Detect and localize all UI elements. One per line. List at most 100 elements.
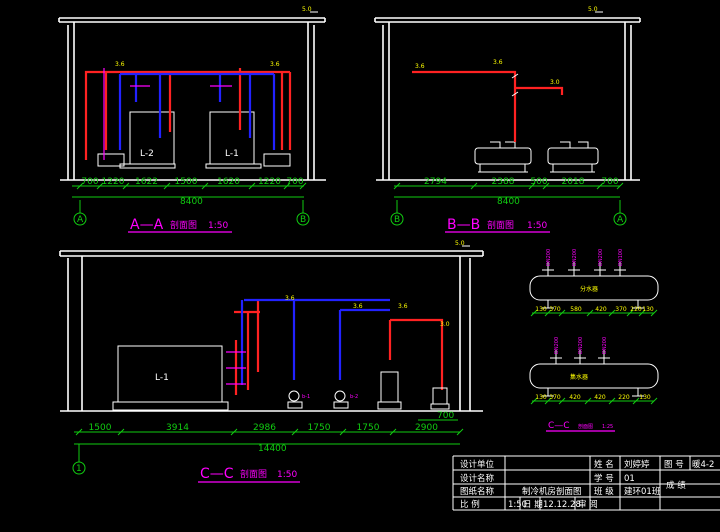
cc-pump-b1 [287,390,303,409]
svg-text:DN200: DN200 [554,337,560,354]
dim-label: 130 [639,394,651,401]
detail-subtitle: 剖面图 [578,423,593,430]
tb-date-label: 日 期 [523,500,543,510]
tb-class-label: 班 级 [594,486,614,497]
tb-drawing-name: 制冷机房剖面图 [522,486,582,497]
bb-elev-2: 3.6 [493,59,503,66]
aa-height-mark: 5.0 [302,6,312,13]
bb-elev-1: 3.6 [415,63,425,70]
aa-unit-l1: L-1 [225,149,239,159]
tb-review-label: 审 阅 [578,499,598,510]
tb-name-label: 姓 名 [594,459,614,470]
dim-label: 220 [618,394,630,401]
detail-top-label: 分水器 [580,285,598,293]
aa-title: A—A [130,217,164,233]
svg-text:DN200: DN200 [572,249,578,266]
bb-scale: 1:50 [527,221,547,231]
dim-label: 420 [569,394,581,401]
title-block: 设计单位 设计名称 图纸名称 制冷机房剖面图 比 例 1:50 日 期 12.1… [452,455,720,511]
dim-label: 1750 [357,423,380,433]
cc-tank [380,371,399,403]
header-detail-view: 分水器 DN200 DN200 DN200 DN100 130 370 580 420… [529,249,659,432]
aa-elev-right: 3.6 [270,61,280,68]
bb-header-right [547,147,599,165]
dim-label: 3914 [166,423,189,433]
svg-text:DN100: DN100 [618,249,624,266]
bb-subtitle: 剖面图 [487,219,514,231]
cc-supply-pipe [234,300,444,395]
aa-elev-left: 3.6 [115,61,125,68]
dim-label: 700 [286,177,303,187]
detail-bottom-header [529,363,659,389]
cad-drawing: 5.0 L-2 L-1 3.6 3.6 700 1220 1622 1500 1620 1… [58,6,720,511]
bb-title: B—B [447,217,480,233]
svg-text:DN200: DN200 [578,337,584,354]
dim-label: 130 [535,306,547,313]
svg-text:DN200: DN200 [602,337,608,354]
cc-elev-1: 3.6 [285,295,295,302]
cc-subtitle: 剖面图 [240,468,267,480]
aa-grid-left: A [77,215,84,225]
tb-drawing-no: 暖4-2 [692,460,714,470]
cc-pump-b2 [333,390,349,409]
dim-label: 1620 [217,177,240,187]
bb-dim-total: 8400 [497,197,520,207]
dim-label: 370 [615,306,627,313]
cc-pump-b1-label: b-1 [302,394,310,400]
tb-drawing-name-label: 图纸名称 [460,486,495,497]
cc-chiller [117,345,223,403]
bb-grid-right: A [617,215,624,225]
cc-height-mark: 5.0 [455,240,465,247]
dim-label: 2018 [562,177,585,187]
tb-drawing-no-label: 图 号 [664,460,684,470]
cc-unit-label: L-1 [155,373,169,383]
dim-label: 1220 [102,177,125,187]
dim-label: 370 [549,306,561,313]
aa-scale: 1:50 [208,221,228,231]
dim-label: 420 [595,306,607,313]
bb-wall [374,17,641,181]
dim-label: 370 [549,394,561,401]
dim-label: 420 [594,394,606,401]
aa-unit-l2: L-2 [140,149,154,159]
tb-project-label: 设计名称 [460,473,495,484]
detail-scale: 1:25 [602,424,613,430]
aa-grid-right: B [300,215,306,225]
dim-label: 2986 [253,423,276,433]
cc-dim-total: 14400 [258,444,287,454]
tb-student-no: 01 [624,474,635,484]
aa-subtitle: 剖面图 [170,219,197,231]
dim-label: 1500 [89,423,112,433]
tb-design-unit-label: 设计单位 [460,459,495,470]
cc-elev-2: 3.6 [353,303,363,310]
tb-scale-label: 比 例 [460,499,480,510]
dim-label: 700 [601,177,618,187]
bb-height-mark: 5.0 [588,6,598,13]
dim-label: 130 [535,394,547,401]
cc-dim-700: 700 [437,411,454,421]
dim-label: 2900 [415,423,438,433]
bb-header-left [474,147,532,165]
dim-label: 1500 [175,177,198,187]
dim-label: 1622 [135,177,158,187]
svg-text:DN200: DN200 [598,249,604,266]
dim-label: 220 [630,306,642,313]
section-aa-view: 5.0 L-2 L-1 3.6 3.6 700 1220 1622 1500 1620 1… [58,6,326,233]
cc-elev-3: 3.6 [398,303,408,310]
tb-student-no-label: 学 号 [594,473,614,484]
dim-label: 2388 [492,177,515,187]
dim-label: 1220 [258,177,281,187]
cc-filter [432,387,448,405]
cc-return-pipe [240,298,390,385]
cc-title: C—C [200,466,234,482]
cc-scale: 1:50 [277,470,297,480]
dim-label: 580 [570,306,582,313]
detail-title: C—C [548,421,570,431]
cc-grid-left: 1 [76,464,82,474]
dim-label: 130 [642,306,654,313]
tb-name: 刘婷婷 [624,459,650,470]
svg-text:DN200: DN200 [546,249,552,266]
detail-bottom-label: 集水器 [570,373,588,381]
aa-pump-right [263,153,291,167]
tb-class: 建环01班 [624,486,661,497]
